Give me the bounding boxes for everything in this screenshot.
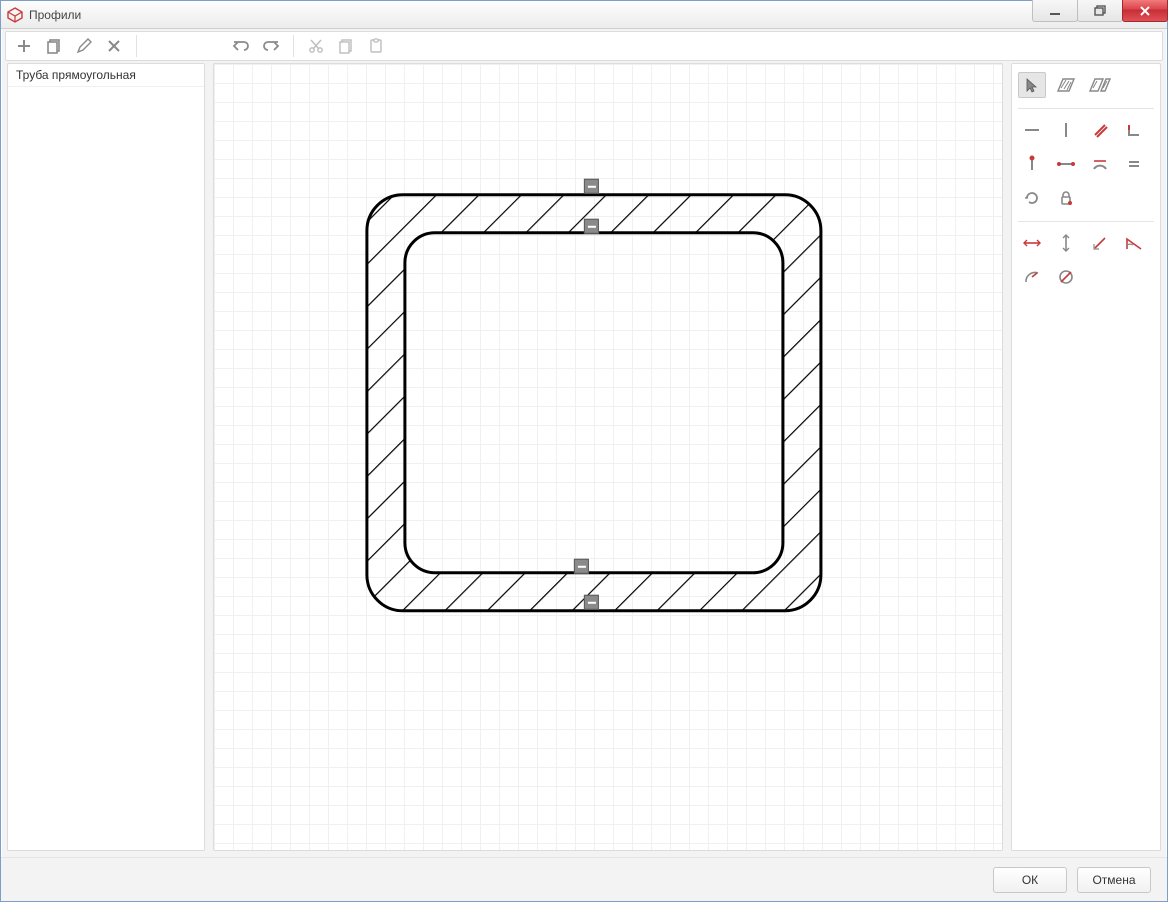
equal-tool[interactable]	[1120, 151, 1148, 177]
window-controls	[1032, 1, 1167, 28]
maximize-button[interactable]	[1077, 0, 1123, 22]
dim-angle-tool[interactable]	[1120, 230, 1148, 256]
segment-point-tool[interactable]	[1052, 151, 1080, 177]
copy-button[interactable]	[332, 33, 360, 59]
sidebar-item-profile[interactable]: Труба прямоугольная	[8, 64, 204, 87]
toolbar	[5, 31, 1163, 61]
toolbar-separator	[136, 35, 137, 57]
hatch-inner-tool[interactable]	[1086, 72, 1114, 98]
titlebar[interactable]: Профили	[1, 1, 1167, 29]
profile-shape[interactable]	[359, 187, 829, 630]
dim-horizontal-tool[interactable]	[1018, 230, 1046, 256]
window: Профили	[0, 0, 1168, 902]
dialog-buttons: ОК Отмена	[1, 857, 1167, 901]
corner-tool[interactable]	[1120, 117, 1148, 143]
lock-tool[interactable]	[1052, 185, 1080, 211]
handle-outer-top[interactable]	[584, 179, 599, 194]
cut-button[interactable]	[302, 33, 330, 59]
sync-tool[interactable]	[1018, 185, 1046, 211]
handle-inner-top[interactable]	[584, 219, 599, 234]
app-icon	[7, 7, 23, 23]
edit-button[interactable]	[70, 33, 98, 59]
arc-tool[interactable]	[1086, 151, 1114, 177]
drawing-canvas[interactable]	[214, 64, 1002, 850]
cancel-button[interactable]: Отмена	[1077, 867, 1151, 893]
select-tool[interactable]	[1018, 72, 1046, 98]
undo-button[interactable]	[227, 33, 255, 59]
ok-label: ОК	[1022, 873, 1038, 887]
duplicate-button[interactable]	[40, 33, 68, 59]
close-button[interactable]	[1122, 0, 1168, 22]
toolbar-separator	[293, 35, 294, 57]
line-horizontal-tool[interactable]	[1018, 117, 1046, 143]
cancel-label: Отмена	[1092, 873, 1135, 887]
main-area: Труба прямоугольная	[1, 63, 1167, 857]
tool-panel	[1011, 63, 1161, 851]
dim-aligned-tool[interactable]	[1086, 230, 1114, 256]
canvas-container	[213, 63, 1003, 851]
radius-tool[interactable]	[1018, 264, 1046, 290]
window-title: Профили	[29, 8, 1032, 22]
diameter-tool[interactable]	[1052, 264, 1080, 290]
point-tool[interactable]	[1018, 151, 1046, 177]
handle-inner-bottom[interactable]	[574, 559, 589, 574]
dim-vertical-tool[interactable]	[1052, 230, 1080, 256]
hatch-outer-tool[interactable]	[1052, 72, 1080, 98]
sidebar-item-label: Труба прямоугольная	[16, 68, 136, 82]
minimize-button[interactable]	[1032, 0, 1078, 22]
add-button[interactable]	[10, 33, 38, 59]
profile-list[interactable]: Труба прямоугольная	[7, 63, 205, 851]
line-diagonal-tool[interactable]	[1086, 117, 1114, 143]
paste-button[interactable]	[362, 33, 390, 59]
redo-button[interactable]	[257, 33, 285, 59]
handle-outer-bottom[interactable]	[584, 595, 599, 610]
delete-button[interactable]	[100, 33, 128, 59]
line-vertical-tool[interactable]	[1052, 117, 1080, 143]
ok-button[interactable]: ОК	[993, 867, 1067, 893]
